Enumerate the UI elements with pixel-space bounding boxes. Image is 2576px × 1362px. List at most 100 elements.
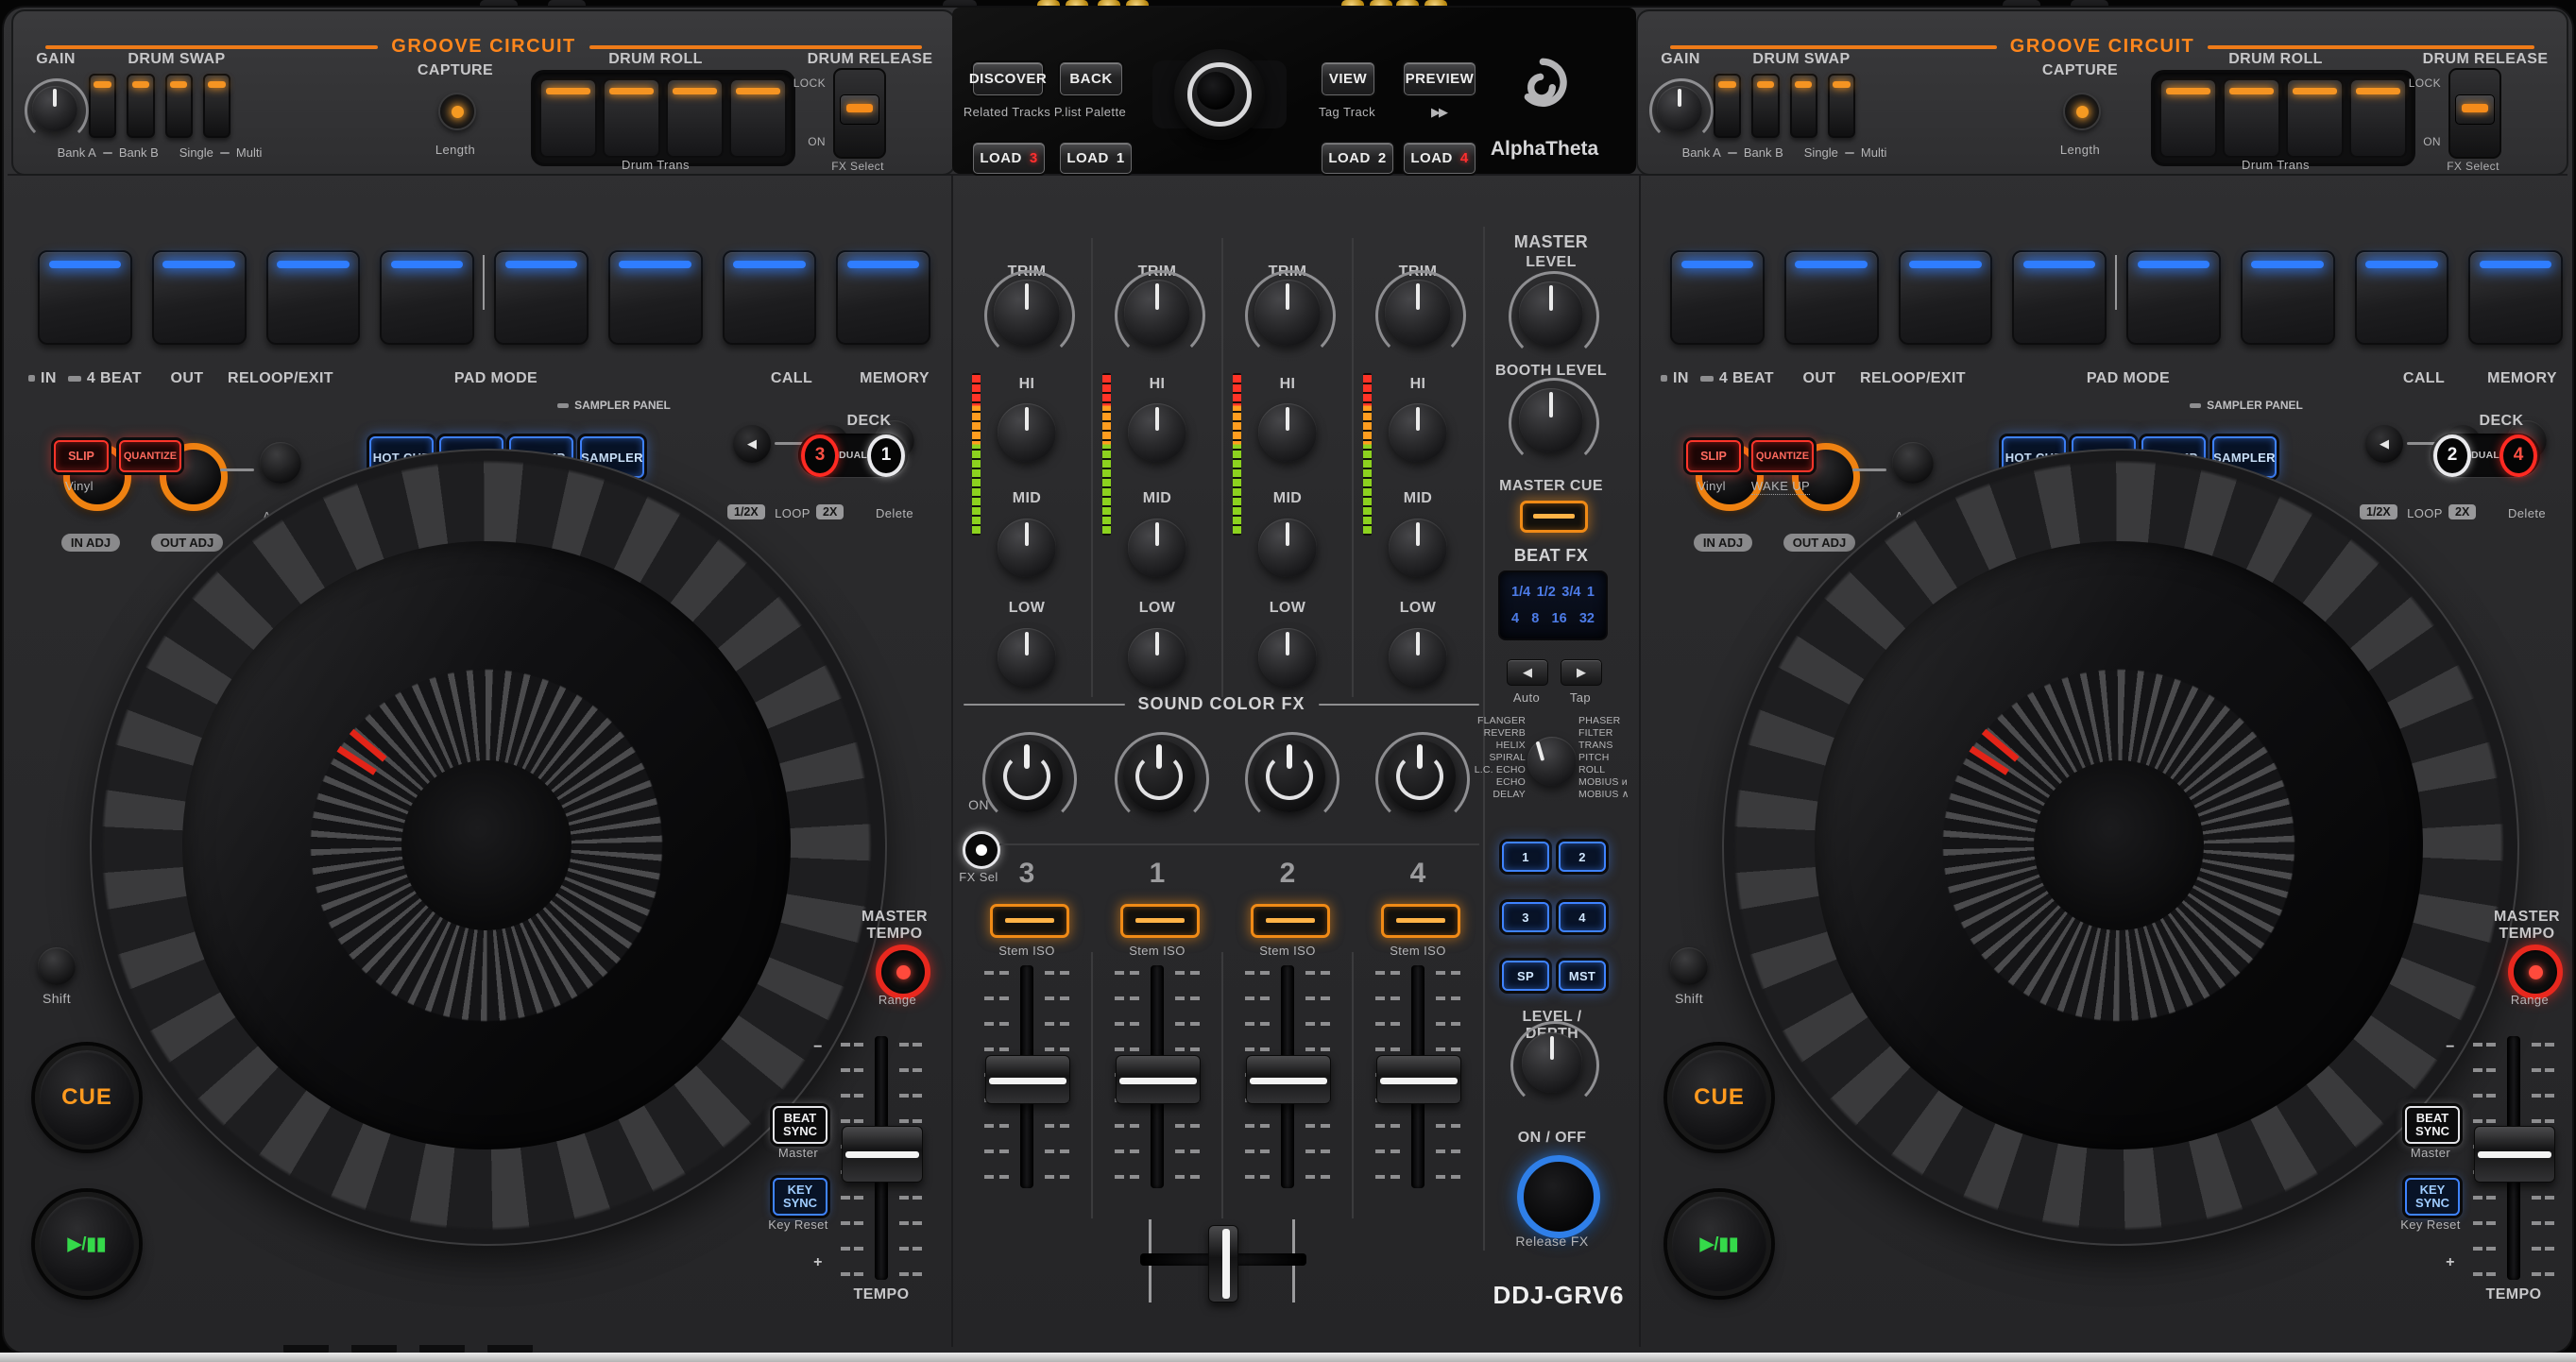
fx-assign-3-button[interactable]: 3 — [1502, 902, 1549, 932]
performance-pad-4[interactable] — [380, 250, 474, 345]
beat-prev-button[interactable]: ◀ — [1507, 659, 1548, 686]
eq-low-knob-ch2[interactable] — [1258, 628, 1317, 687]
deck-3-button[interactable]: 3 — [801, 434, 840, 477]
preview-button[interactable]: PREVIEW — [1404, 62, 1476, 95]
master-tempo-button[interactable] — [876, 945, 930, 999]
color-fx-knob-ch2[interactable] — [1254, 741, 1325, 812]
performance-pad-5[interactable] — [2126, 250, 2221, 345]
stem-iso-button-ch2[interactable] — [1251, 904, 1330, 938]
load-3-button[interactable]: LOAD 3 — [973, 143, 1045, 174]
tempo-fader[interactable] — [2474, 1126, 2555, 1183]
stem-iso-button-ch3[interactable] — [990, 904, 1069, 938]
back-button[interactable]: BACK — [1060, 62, 1122, 95]
fx-assign-2-button[interactable]: 2 — [1559, 842, 1606, 872]
beat-fx-select-knob[interactable] — [1527, 737, 1577, 786]
key-sync-button[interactable]: KEY SYNC — [773, 1178, 827, 1216]
color-fx-knob-ch4[interactable] — [1384, 741, 1456, 812]
view-button[interactable]: VIEW — [1322, 62, 1374, 95]
performance-pad-8[interactable] — [2468, 250, 2563, 345]
stem-iso-button-ch4[interactable] — [1381, 904, 1460, 938]
load-1-button[interactable]: LOAD 1 — [1060, 143, 1132, 174]
performance-pad-3[interactable] — [1898, 250, 1993, 345]
trim-knob-ch2[interactable] — [1254, 280, 1321, 346]
eq-mid-knob-ch3[interactable] — [998, 519, 1056, 577]
deck-4-button[interactable]: 4 — [2499, 434, 2537, 477]
channel-fader-ch3[interactable] — [985, 1055, 1070, 1104]
trim-knob-ch1[interactable] — [1124, 280, 1190, 346]
eq-hi-knob-ch4[interactable] — [1389, 403, 1447, 462]
booth-level-knob[interactable] — [1519, 388, 1583, 452]
crossfader[interactable] — [1208, 1225, 1238, 1302]
fx-assign-1-button[interactable]: 1 — [1502, 842, 1549, 872]
eq-hi-knob-ch3[interactable] — [998, 403, 1056, 462]
stem-iso-button-ch1[interactable] — [1120, 904, 1200, 938]
play-pause-button[interactable]: ▶/▮▮ — [35, 1192, 139, 1296]
performance-pad-1[interactable] — [38, 250, 132, 345]
performance-pad-1[interactable] — [1670, 250, 1765, 345]
hi-label: HI — [1149, 376, 1166, 392]
pad-divider — [2115, 255, 2117, 310]
eq-low-knob-ch4[interactable] — [1389, 628, 1447, 687]
play-pause-button[interactable]: ▶/▮▮ — [1667, 1192, 1771, 1296]
cue-button[interactable]: CUE — [35, 1046, 139, 1149]
fx-assign-4-button[interactable]: 4 — [1559, 902, 1606, 932]
performance-pad-5[interactable] — [494, 250, 589, 345]
preview-label: PREVIEW — [1405, 71, 1475, 87]
call-prev-button[interactable]: ◀ — [733, 425, 771, 463]
shift-button[interactable] — [38, 947, 76, 985]
fx-assign-sampler-button[interactable]: SP — [1502, 961, 1549, 991]
reloop-exit-button[interactable] — [260, 442, 301, 484]
wake-up-label: WAKE UP — [1750, 479, 1811, 495]
color-fx-knob-ch3[interactable] — [991, 741, 1063, 812]
eq-mid-knob-ch4[interactable] — [1389, 519, 1447, 577]
color-fx-knob-ch1[interactable] — [1123, 741, 1195, 812]
channel-fader-ch1[interactable] — [1116, 1055, 1201, 1104]
beat-count-row: 4 8 16 32 — [1511, 611, 1595, 627]
deck-2-button[interactable]: 2 — [2433, 434, 2472, 477]
key-sync-button[interactable]: KEY SYNC — [2405, 1178, 2460, 1216]
performance-pad-3[interactable] — [265, 250, 361, 345]
fx-on-off-button[interactable] — [1517, 1155, 1600, 1238]
performance-pad-8[interactable] — [836, 250, 930, 345]
eq-mid-knob-ch2[interactable] — [1258, 519, 1317, 577]
slip-button[interactable]: SLIP — [54, 440, 109, 472]
performance-pad-4[interactable] — [2012, 250, 2107, 345]
performance-pad-2[interactable] — [1783, 250, 1879, 345]
master-tempo-button[interactable] — [2508, 945, 2563, 999]
beat-sync-button[interactable]: BEAT SYNC — [773, 1106, 827, 1144]
fx-assign-master-button[interactable]: MST — [1559, 961, 1606, 991]
master-cue-button[interactable] — [1520, 501, 1588, 533]
quantize-button[interactable]: QUANTIZE — [119, 440, 181, 472]
discover-button[interactable]: DISCOVER — [969, 62, 1047, 95]
eq-low-knob-ch3[interactable] — [998, 628, 1056, 687]
trim-knob-ch3[interactable] — [994, 280, 1060, 346]
trim-knob-ch4[interactable] — [1385, 280, 1451, 346]
reloop-exit-button[interactable] — [1892, 442, 1934, 484]
shift-button[interactable] — [1670, 947, 1708, 985]
eq-mid-knob-ch1[interactable] — [1128, 519, 1186, 577]
performance-pad-7[interactable] — [2354, 250, 2449, 345]
performance-pad-6[interactable] — [2240, 250, 2335, 345]
in-adj-tag: IN ADJ — [1689, 534, 1757, 552]
performance-pad-7[interactable] — [722, 250, 817, 345]
channel-fader-ch2[interactable] — [1246, 1055, 1331, 1104]
master-level-knob[interactable] — [1519, 281, 1583, 346]
color-fx-on-button[interactable] — [963, 831, 1000, 869]
eq-low-knob-ch1[interactable] — [1128, 628, 1186, 687]
load-4-button[interactable]: LOAD 4 — [1404, 143, 1476, 174]
load-2-button[interactable]: LOAD 2 — [1322, 143, 1393, 174]
slip-button[interactable]: SLIP — [1686, 440, 1741, 472]
quantize-button[interactable]: QUANTIZE — [1751, 440, 1814, 472]
beat-sync-button[interactable]: BEAT SYNC — [2405, 1106, 2460, 1144]
deck-1-button[interactable]: 1 — [866, 434, 905, 477]
performance-pad-6[interactable] — [607, 250, 703, 345]
level-depth-knob[interactable] — [1522, 1032, 1582, 1093]
cue-button[interactable]: CUE — [1667, 1046, 1771, 1149]
beat-next-button[interactable]: ▶ — [1561, 659, 1602, 686]
eq-hi-knob-ch1[interactable] — [1128, 403, 1186, 462]
tempo-fader[interactable] — [842, 1126, 923, 1183]
call-prev-button[interactable]: ◀ — [2365, 425, 2403, 463]
eq-hi-knob-ch2[interactable] — [1258, 403, 1317, 462]
performance-pad-2[interactable] — [151, 250, 247, 345]
channel-fader-ch4[interactable] — [1376, 1055, 1461, 1104]
